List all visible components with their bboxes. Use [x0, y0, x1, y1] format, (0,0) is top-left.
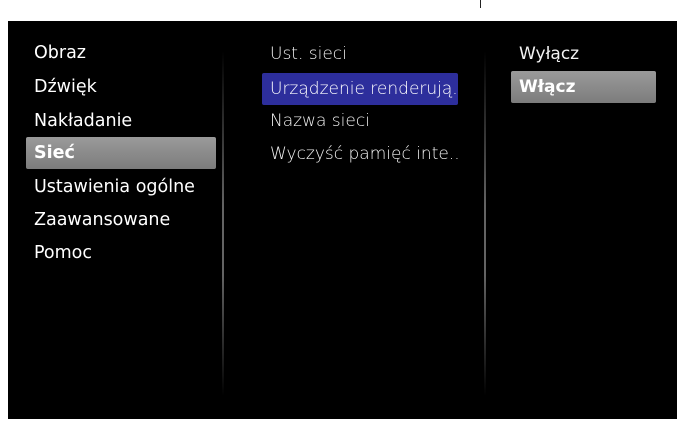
menu-item-ustawienia-ogolne[interactable]: Ustawienia ogólne — [26, 171, 216, 203]
menu-item-label: Dźwięk — [34, 77, 97, 97]
submenu-item-label: Nazwa sieci — [270, 111, 370, 131]
menu-item-dzwiek[interactable]: Dźwięk — [26, 71, 216, 103]
menu-item-nakladanie[interactable]: Nakładanie — [26, 105, 216, 137]
submenu-item-renderer[interactable]: Urządzenie renderują... — [262, 73, 458, 105]
submenu-item-label: Wyczyść pamięć inte... — [270, 144, 458, 164]
submenu-item-clear-memory[interactable]: Wyczyść pamięć inte... — [262, 138, 458, 170]
menu-item-label: Obraz — [34, 43, 86, 63]
menu-item-obraz[interactable]: Obraz — [26, 37, 216, 69]
top-edge-mark — [480, 0, 481, 8]
menu-item-label: Ustawienia ogólne — [34, 177, 195, 197]
category-menu: Obraz Dźwięk Nakładanie Sieć Ustawienia … — [8, 21, 221, 419]
menu-item-zaawansowane[interactable]: Zaawansowane — [26, 204, 216, 236]
top-edge — [0, 0, 685, 10]
menu-item-label: Pomoc — [34, 243, 93, 263]
tv-settings-screen: Obraz Dźwięk Nakładanie Sieć Ustawienia … — [8, 21, 677, 419]
submenu-item-network-settings[interactable]: Ust. sieci — [262, 38, 458, 70]
options-panel: Wyłącz Włącz — [485, 21, 677, 419]
option-off[interactable]: Wyłącz — [511, 38, 656, 70]
menu-item-pomoc[interactable]: Pomoc — [26, 237, 216, 269]
menu-item-label: Zaawansowane — [34, 210, 171, 230]
network-submenu: Ust. sieci Urządzenie renderują... Nazwa… — [224, 21, 482, 419]
option-label: Włącz — [519, 77, 576, 97]
menu-item-siec[interactable]: Sieć — [26, 137, 216, 169]
submenu-item-label: Urządzenie renderują... — [270, 79, 458, 99]
option-label: Wyłącz — [519, 44, 580, 64]
menu-item-label: Nakładanie — [34, 111, 133, 131]
menu-item-label: Sieć — [34, 143, 75, 163]
submenu-item-network-name[interactable]: Nazwa sieci — [262, 105, 458, 137]
submenu-item-label: Ust. sieci — [270, 44, 347, 64]
option-on[interactable]: Włącz — [511, 71, 656, 103]
